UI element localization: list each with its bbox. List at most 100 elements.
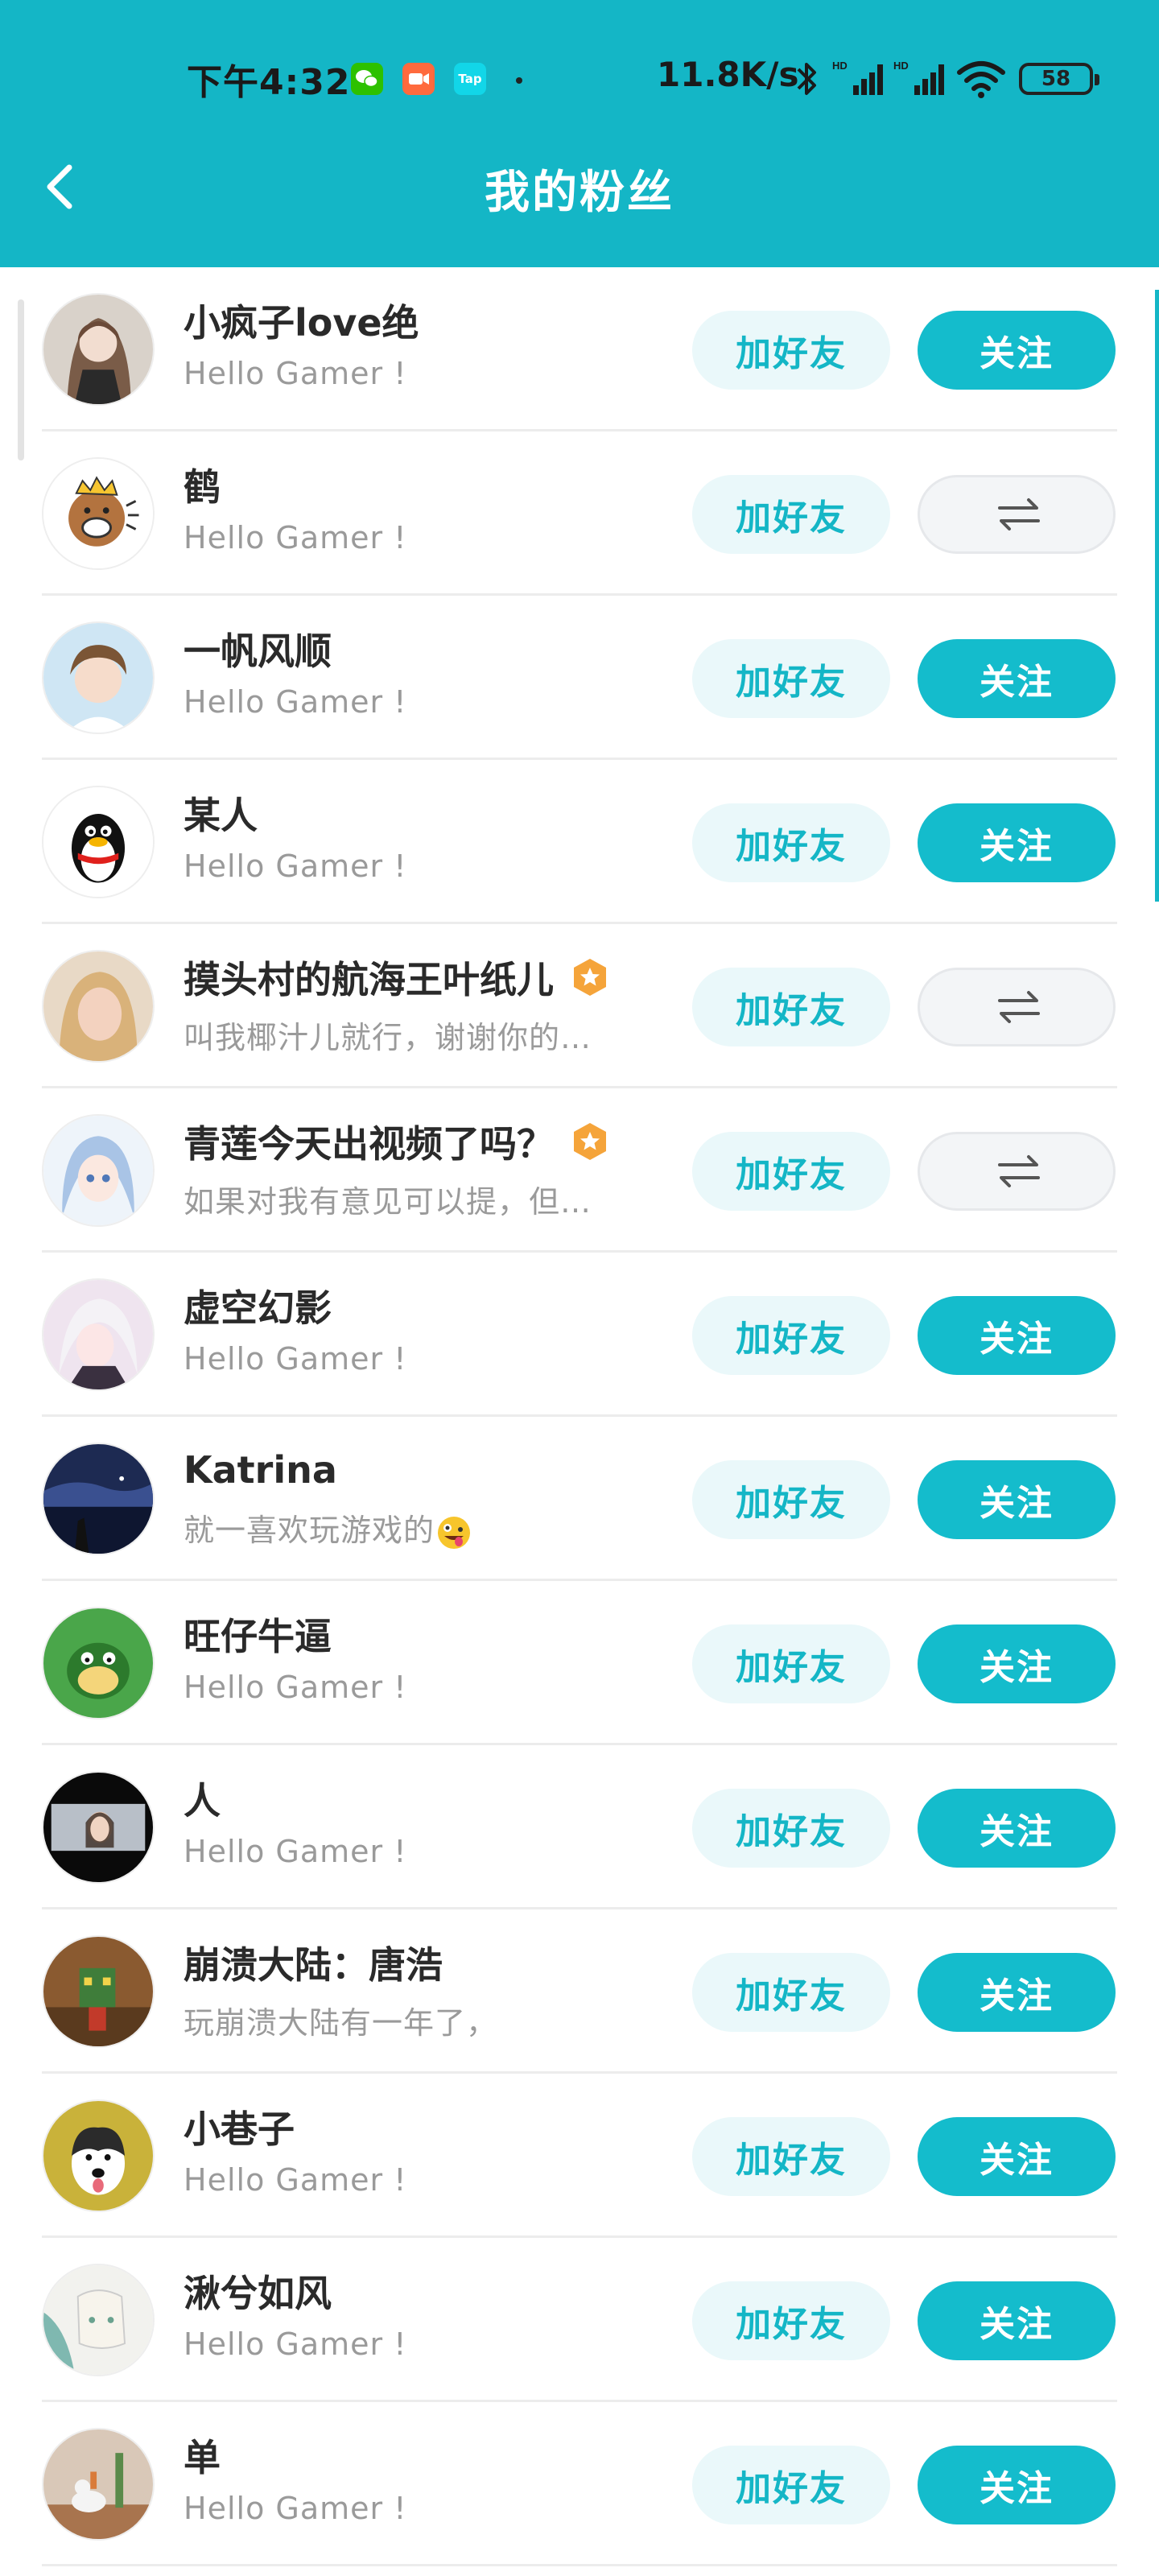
- add-friend-button[interactable]: 加好友: [692, 968, 890, 1046]
- notification-dot: [516, 77, 522, 84]
- mutual-follow-button[interactable]: [918, 1132, 1116, 1211]
- signal-icon: HD: [832, 60, 883, 95]
- fan-bio-text: 就一喜欢玩游戏的: [184, 1513, 435, 1548]
- divider: [42, 2564, 1117, 2566]
- fan-bio: 就一喜欢玩游戏的: [184, 1505, 634, 1550]
- follow-button[interactable]: 关注: [918, 1460, 1116, 1539]
- fan-bio: 玩崩溃大陆有一年了，: [184, 2005, 498, 2041]
- video-icon: [402, 63, 435, 95]
- signal-icon-2: HD: [893, 60, 944, 95]
- avatar[interactable]: [42, 2099, 155, 2212]
- mutual-follow-button[interactable]: [918, 475, 1116, 554]
- fan-name: 青莲今天出视频了吗？: [184, 1122, 554, 1166]
- add-friend-button[interactable]: 加好友: [692, 1296, 890, 1375]
- fan-row[interactable]: 小疯子love绝 Hello Gamer ! 加好友 关注: [0, 267, 1159, 431]
- follow-button[interactable]: 关注: [918, 1953, 1116, 2032]
- avatar[interactable]: [42, 786, 155, 898]
- fan-row[interactable]: 崩溃大陆：唐浩 玩崩溃大陆有一年了， 加好友 关注: [0, 1909, 1159, 2074]
- fan-bio: Hello Gamer !: [184, 520, 407, 555]
- fan-name: 人: [184, 1779, 221, 1823]
- fan-row[interactable]: 单 Hello Gamer ! 加好友 关注: [0, 2402, 1159, 2566]
- add-friend-button[interactable]: 加好友: [692, 1132, 890, 1211]
- follow-button[interactable]: 关注: [918, 2117, 1116, 2196]
- svg-text:HD: HD: [893, 60, 909, 72]
- fan-name: 旺仔牛逼: [184, 1615, 332, 1658]
- fan-bio: Hello Gamer !: [184, 356, 407, 391]
- fan-row[interactable]: 人 Hello Gamer ! 加好友 关注: [0, 1745, 1159, 1909]
- follow-button[interactable]: 关注: [918, 311, 1116, 390]
- avatar[interactable]: [42, 457, 155, 570]
- avatar[interactable]: [42, 621, 155, 734]
- fan-row[interactable]: 青莲今天出视频了吗？ 如果对我有意见可以提，但… 加好友: [0, 1088, 1159, 1253]
- swap-arrows-icon: [998, 1155, 1040, 1187]
- add-friend-button[interactable]: 加好友: [692, 1624, 890, 1703]
- fan-row[interactable]: 旺仔牛逼 Hello Gamer ! 加好友 关注: [0, 1581, 1159, 1745]
- add-friend-button[interactable]: 加好友: [692, 311, 890, 390]
- fan-name: 崩溃大陆：唐浩: [184, 1943, 443, 1987]
- fan-bio: Hello Gamer !: [184, 848, 407, 884]
- mutual-follow-button[interactable]: [918, 968, 1116, 1046]
- avatar[interactable]: [42, 2264, 155, 2376]
- fan-row[interactable]: 鹤 Hello Gamer ! 加好友: [0, 431, 1159, 596]
- wechat-icon: [351, 63, 383, 95]
- add-friend-button[interactable]: 加好友: [692, 1953, 890, 2032]
- avatar[interactable]: [42, 1935, 155, 2048]
- follow-button[interactable]: 关注: [918, 639, 1116, 718]
- avatar[interactable]: [42, 1607, 155, 1719]
- add-friend-button[interactable]: 加好友: [692, 1789, 890, 1868]
- fan-name: 一帆风顺: [184, 630, 332, 673]
- fan-row[interactable]: Katrina 就一喜欢玩游戏的 加好友 关注: [0, 1417, 1159, 1581]
- page-title: 我的粉丝: [485, 167, 674, 219]
- add-friend-button[interactable]: 加好友: [692, 639, 890, 718]
- fan-name: 某人: [184, 794, 258, 837]
- avatar[interactable]: [42, 1443, 155, 1555]
- fan-list: 小疯子love绝 Hello Gamer ! 加好友 关注 鹤 Hello Ga…: [0, 267, 1159, 2566]
- status-time: 下午4:32: [187, 62, 351, 103]
- avatar[interactable]: [42, 2428, 155, 2541]
- fan-row[interactable]: 一帆风顺 Hello Gamer ! 加好友 关注: [0, 596, 1159, 760]
- swap-arrows-icon: [998, 991, 1040, 1023]
- follow-button[interactable]: 关注: [918, 2281, 1116, 2360]
- add-friend-button[interactable]: 加好友: [692, 803, 890, 882]
- follow-button[interactable]: 关注: [918, 2446, 1116, 2524]
- add-friend-button[interactable]: 加好友: [692, 2117, 890, 2196]
- fan-bio: Hello Gamer !: [184, 2491, 407, 2526]
- avatar[interactable]: [42, 950, 155, 1063]
- status-bar: 下午4:32 Tap 11.8K/s HD HD 58: [0, 48, 1159, 113]
- svg-text:HD: HD: [832, 60, 848, 72]
- fan-row[interactable]: 湫兮如风 Hello Gamer ! 加好友 关注: [0, 2238, 1159, 2402]
- fan-name: 鹤: [184, 465, 221, 509]
- fan-bio: 如果对我有意见可以提，但…: [184, 1184, 592, 1220]
- fan-name: 小疯子love绝: [184, 301, 419, 345]
- fan-bio: Hello Gamer !: [184, 2326, 407, 2362]
- fan-name: 湫兮如风: [184, 2272, 332, 2315]
- taptap-icon: Tap: [454, 63, 486, 95]
- avatar[interactable]: [42, 1771, 155, 1884]
- follow-button[interactable]: 关注: [918, 803, 1116, 882]
- fan-row[interactable]: 虚空幻影 Hello Gamer ! 加好友 关注: [0, 1253, 1159, 1417]
- fan-name: 摸头村的航海王叶纸儿: [184, 958, 554, 1001]
- battery-indicator: 58: [1019, 63, 1099, 95]
- follow-button[interactable]: 关注: [918, 1789, 1116, 1868]
- fan-name: 单: [184, 2436, 221, 2479]
- fan-bio: 叫我椰汁儿就行，谢谢你的…: [184, 1020, 592, 1055]
- fan-name: 小巷子: [184, 2107, 295, 2151]
- avatar[interactable]: [42, 1278, 155, 1391]
- wifi-icon: [957, 61, 1005, 98]
- follow-button[interactable]: 关注: [918, 1624, 1116, 1703]
- network-speed: 11.8K/s: [657, 55, 799, 94]
- fan-bio: Hello Gamer !: [184, 1670, 407, 1705]
- add-friend-button[interactable]: 加好友: [692, 2446, 890, 2524]
- follow-button[interactable]: 关注: [918, 1296, 1116, 1375]
- fan-row[interactable]: 摸头村的航海王叶纸儿 叫我椰汁儿就行，谢谢你的… 加好友: [0, 924, 1159, 1088]
- bluetooth-icon: [797, 63, 816, 95]
- avatar[interactable]: [42, 1114, 155, 1227]
- fan-row[interactable]: 某人 Hello Gamer ! 加好友 关注: [0, 760, 1159, 924]
- add-friend-button[interactable]: 加好友: [692, 1460, 890, 1539]
- top-app-bar: 下午4:32 Tap 11.8K/s HD HD 58 我的粉丝: [0, 0, 1159, 267]
- fan-row[interactable]: 小巷子 Hello Gamer ! 加好友 关注: [0, 2074, 1159, 2238]
- add-friend-button[interactable]: 加好友: [692, 2281, 890, 2360]
- add-friend-button[interactable]: 加好友: [692, 475, 890, 554]
- avatar[interactable]: [42, 293, 155, 406]
- fan-bio: Hello Gamer !: [184, 1834, 407, 1869]
